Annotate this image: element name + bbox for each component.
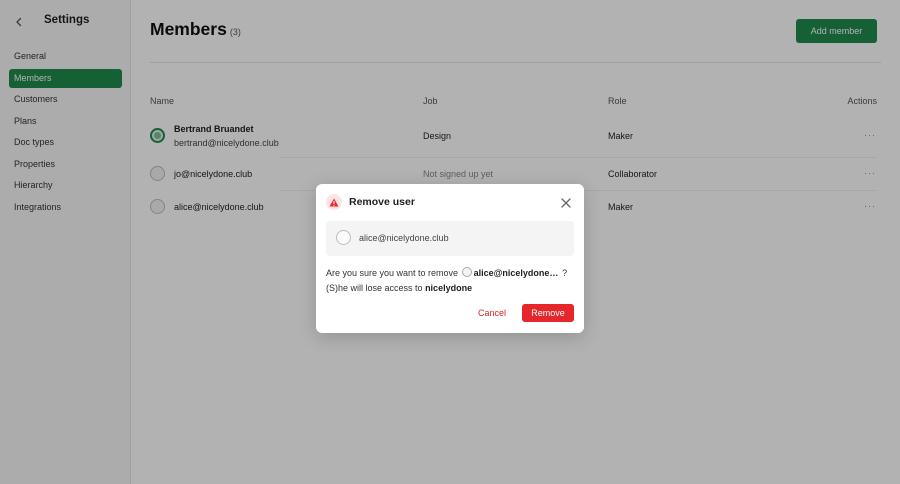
remove-button[interactable]: Remove [522, 304, 574, 322]
dialog-title: Remove user [349, 196, 415, 208]
avatar [461, 267, 472, 277]
confirm-suffix: ? [562, 268, 568, 278]
warning-icon [326, 194, 342, 210]
selected-user-email: alice@nicelydone.club [359, 233, 449, 243]
workspace-name: nicelydone [425, 282, 473, 293]
confirm-user: alice@nicelydone.c... [473, 268, 560, 278]
cancel-button[interactable]: Cancel [468, 304, 516, 322]
confirm-prefix: Are you sure you want to remove [326, 268, 459, 278]
avatar [336, 230, 351, 245]
close-icon[interactable] [560, 196, 572, 208]
remove-user-dialog: Remove user alice@nicelydone.club Are yo… [316, 184, 584, 333]
lose-access-prefix: (S)he will lose access to [326, 282, 423, 293]
selected-user-card: alice@nicelydone.club [326, 221, 574, 256]
confirmation-text: Are you sure you want to remove alice@ni… [326, 266, 576, 295]
